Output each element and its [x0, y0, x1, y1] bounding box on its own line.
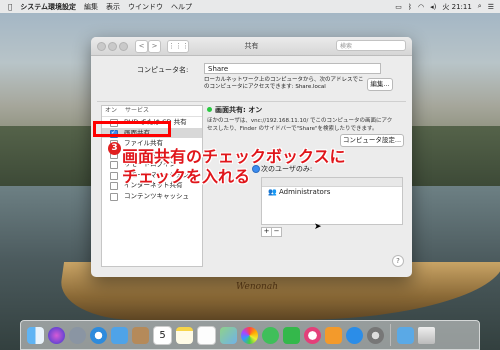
safari-icon[interactable]	[90, 326, 107, 344]
checkbox[interactable]	[110, 171, 118, 180]
computer-name-input[interactable]: Share	[204, 63, 381, 74]
volume-icon[interactable]: ◂)	[430, 3, 436, 11]
menu-app-name[interactable]: システム環境設定	[20, 2, 76, 12]
contacts-icon[interactable]	[132, 326, 149, 344]
title-bar[interactable]: < > ⋮⋮⋮ 共有 検索	[91, 37, 412, 56]
remove-user-button[interactable]: −	[271, 227, 282, 237]
user-group-icon: 👥	[268, 188, 277, 196]
canoe-lettering: Wenonah	[236, 282, 279, 292]
menu-clock[interactable]: 火 21:11	[442, 2, 471, 12]
trash-icon[interactable]	[418, 326, 435, 344]
downloads-icon[interactable]	[397, 326, 414, 344]
highlight-box	[93, 121, 171, 137]
itunes-icon[interactable]	[304, 326, 321, 344]
dock-separator	[390, 324, 391, 346]
apple-menu-icon[interactable]: 	[8, 3, 12, 11]
mouse-cursor-icon: ➤	[314, 222, 322, 232]
maps-icon[interactable]	[220, 326, 237, 344]
checkbox[interactable]	[110, 161, 118, 169]
description-text: ほかのユーザは、vnc://192.168.11.10/ でこのコンピュータの画…	[207, 118, 393, 132]
status-indicator-icon	[207, 107, 212, 112]
bluetooth-icon[interactable]: ᛒ	[408, 3, 412, 11]
service-row-content-caching[interactable]: コンテンツキャッシュ	[102, 191, 202, 202]
services-header-on: オン	[105, 107, 118, 114]
menu-bar:  システム環境設定 編集 表示 ウインドウ ヘルプ ▭ ᛒ ◠ ◂) 火 21…	[0, 0, 500, 13]
help-button[interactable]: ?	[392, 255, 404, 267]
status-text: 画面共有: オン	[215, 106, 263, 114]
mail-icon[interactable]	[111, 326, 128, 344]
network-address-note: ローカルネットワーク上のコンピュータから、次のアドレスでこのコンピュータにアクセ…	[204, 77, 364, 90]
facetime-icon[interactable]	[283, 326, 300, 344]
system-preferences-icon[interactable]	[367, 326, 384, 344]
photos-icon[interactable]	[241, 326, 258, 344]
users-list-header	[262, 178, 402, 187]
users-list[interactable]: 👥 Administrators	[261, 177, 403, 225]
menu-edit[interactable]: 編集	[84, 2, 98, 12]
computer-name-label: コンピュータ名:	[137, 66, 189, 74]
messages-icon[interactable]	[262, 326, 279, 344]
reminders-icon[interactable]	[197, 325, 216, 345]
search-field[interactable]: 検索	[336, 40, 406, 51]
finder-icon[interactable]	[27, 326, 44, 344]
checkbox[interactable]	[110, 182, 118, 190]
app-store-icon[interactable]	[346, 326, 363, 344]
wifi-icon[interactable]: ◠	[418, 3, 424, 11]
services-header-name: サービス	[124, 107, 149, 114]
services-header: オン サービス	[102, 106, 202, 117]
menu-window[interactable]: ウインドウ	[128, 2, 163, 12]
calendar-icon[interactable]: 5	[153, 325, 172, 345]
edit-button[interactable]: 編集...	[367, 78, 393, 91]
divider	[97, 101, 406, 102]
books-icon[interactable]	[325, 326, 342, 344]
user-row[interactable]: Administrators	[279, 188, 330, 196]
launchpad-icon[interactable]	[69, 326, 86, 344]
dock: 5	[20, 320, 480, 350]
menu-help[interactable]: ヘルプ	[171, 2, 192, 12]
siri-icon[interactable]	[48, 326, 65, 344]
notes-icon[interactable]	[176, 326, 193, 344]
annotation-line-2: チェックを入れる	[122, 167, 251, 186]
step-number-badge: 3	[108, 142, 121, 155]
checkbox[interactable]	[110, 192, 118, 201]
airplay-icon[interactable]: ▭	[395, 3, 402, 11]
menu-view[interactable]: 表示	[106, 2, 120, 12]
computer-settings-button[interactable]: コンピュータ設定...	[340, 134, 404, 147]
spotlight-icon[interactable]: ⌕	[478, 2, 482, 11]
notification-center-icon[interactable]: ☰	[488, 3, 494, 11]
